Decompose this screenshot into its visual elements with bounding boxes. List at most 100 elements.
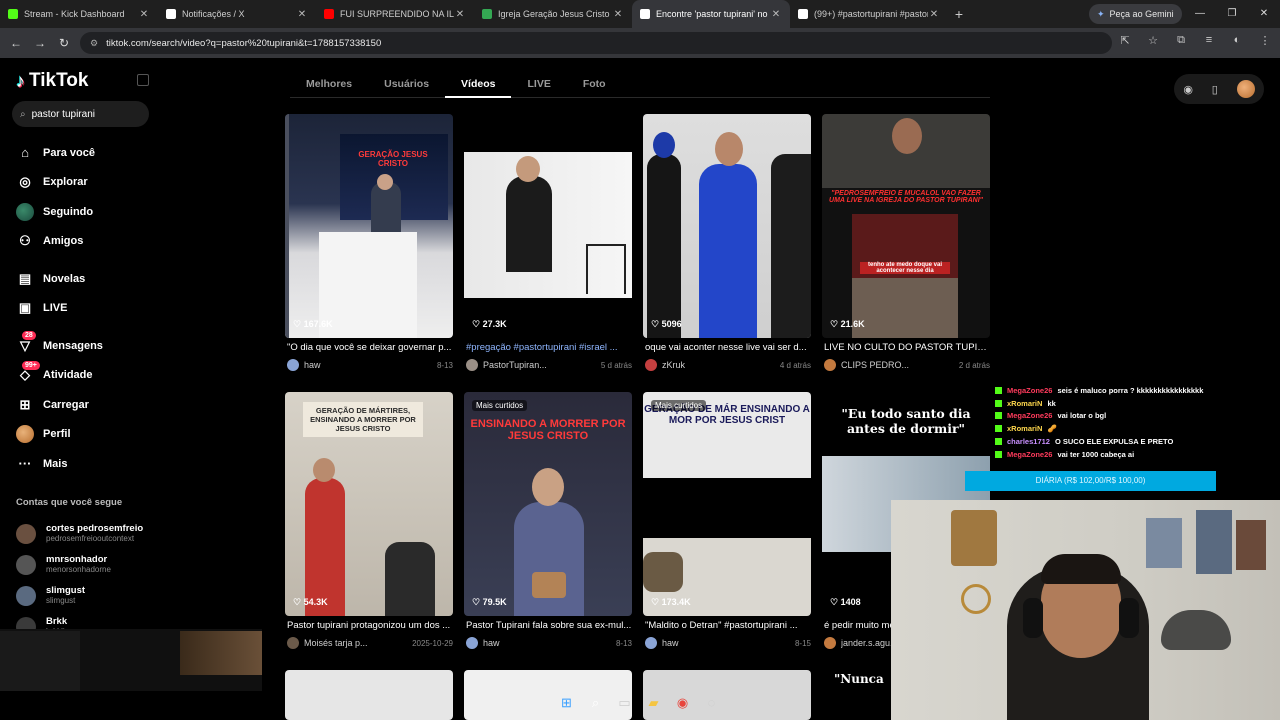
- menu-kebab-icon[interactable]: ⋮: [1256, 34, 1274, 47]
- search-tab-live[interactable]: LIVE: [511, 72, 566, 97]
- live-icon: ▣: [18, 300, 32, 316]
- sidebar-item-carregar[interactable]: ⊞ Carregar: [16, 390, 166, 420]
- video-caption[interactable]: LIVE NO CULTO DO PASTOR TUPIRA...: [824, 342, 990, 353]
- site-info-icon[interactable]: ⚙: [90, 38, 98, 49]
- video-date: 2025-10-29: [412, 638, 453, 648]
- author-name[interactable]: haw: [662, 638, 795, 648]
- video-thumbnail[interactable]: [643, 114, 811, 338]
- sidebar-item-seguindo[interactable]: Seguindo: [16, 197, 166, 227]
- video-thumbnail-partial[interactable]: [285, 670, 453, 720]
- windows-start-icon[interactable]: ⊞: [556, 692, 577, 713]
- author-avatar[interactable]: [645, 359, 657, 371]
- author-name[interactable]: zKruk: [662, 360, 780, 370]
- video-thumbnail[interactable]: "PEDROSEMFREIO E MUCALOL VAO FAZER UMA L…: [822, 114, 990, 338]
- following-account[interactable]: mnrsonhador menorsonhadorne: [16, 549, 166, 580]
- account-avatar: [16, 523, 36, 544]
- back-icon[interactable]: ←: [4, 36, 28, 50]
- most-liked-badge: Mais curtidos: [472, 400, 528, 411]
- device-icon[interactable]: ▯: [1212, 83, 1218, 96]
- author-avatar[interactable]: [466, 637, 478, 649]
- forward-icon[interactable]: →: [28, 36, 52, 50]
- install-icon[interactable]: ⇱: [1116, 34, 1134, 47]
- author-avatar[interactable]: [287, 637, 299, 649]
- author-avatar[interactable]: [287, 359, 299, 371]
- app-icon[interactable]: ◌: [701, 692, 722, 713]
- browser-tab[interactable]: Notificações / X ✕: [158, 0, 316, 28]
- video-caption[interactable]: Pastor Tupirani fala sobre sua ex-mul...: [466, 620, 632, 631]
- author-name[interactable]: haw: [304, 360, 437, 370]
- tab-close-icon[interactable]: ✕: [928, 9, 940, 20]
- file-explorer-icon[interactable]: ▰: [643, 692, 664, 713]
- author-name[interactable]: CLIPS PEDRO...: [841, 360, 959, 370]
- minimize-icon[interactable]: —: [1184, 0, 1216, 28]
- tab-close-icon[interactable]: ✕: [770, 9, 782, 20]
- author-avatar[interactable]: [466, 359, 478, 371]
- sidebar-item-para-você[interactable]: ⌂ Para você: [16, 138, 166, 168]
- video-caption[interactable]: #pregação #pastortupirani #israel ...: [466, 342, 632, 353]
- thumb-text: ENSINANDO A MORRER POR JESUS CRISTO: [470, 418, 626, 442]
- browser-tab[interactable]: Encontre 'pastor tupirani' no Ti ✕: [632, 0, 790, 28]
- browser-tab[interactable]: (99+) #pastortupirani #pastor # ✕: [790, 0, 948, 28]
- browser-tab[interactable]: Stream - Kick Dashboard ✕: [0, 0, 158, 28]
- video-thumbnail[interactable]: GERAÇÃO JESUS CRISTO: [285, 114, 453, 338]
- close-window-icon[interactable]: ✕: [1248, 0, 1280, 28]
- sidebar-item-mensagens[interactable]: ▽ 28 Mensagens: [16, 331, 166, 361]
- browser-tab[interactable]: Igreja Geração Jesus Cristo - Pa✕: [474, 0, 632, 28]
- author-name[interactable]: PastorTupiran...: [483, 360, 601, 370]
- gemini-button[interactable]: ✦ Peça ao Gemini: [1089, 4, 1182, 24]
- reading-list-icon[interactable]: ≡: [1200, 34, 1218, 47]
- kick-badge-icon: [995, 386, 1002, 394]
- video-caption[interactable]: "O dia que você se deixar governar p...: [287, 342, 453, 353]
- author-name[interactable]: Moisés tarja p...: [304, 638, 412, 648]
- following-account[interactable]: cortes pedrosemfreio pedrosemfreiooutcont…: [16, 518, 166, 549]
- sidebar-item-live[interactable]: ▣ LIVE: [16, 294, 166, 324]
- video-thumbnail[interactable]: GERAÇÃO DE MÁRTIRES, ENSINANDO A MORRER …: [285, 392, 453, 616]
- mini-stream-preview: [0, 629, 262, 691]
- video-thumbnail[interactable]: GERAÇÃO DE MÁR ENSINANDO A MOR POR JESUS…: [643, 392, 811, 616]
- user-avatar[interactable]: [1236, 80, 1255, 98]
- sidebar-item-perfil[interactable]: Perfil: [16, 420, 166, 450]
- author-name[interactable]: haw: [483, 638, 616, 648]
- search-tab-foto[interactable]: Foto: [567, 72, 622, 97]
- chat-message: xRomariN kk: [995, 397, 1215, 410]
- sidebar-item-atividade[interactable]: ◇ 99+ Atividade: [16, 360, 166, 391]
- maximize-icon[interactable]: ❐: [1216, 0, 1248, 28]
- sidebar-item-mais[interactable]: ··· Mais: [16, 449, 166, 479]
- thumb-text: GERAÇÃO DE MÁRTIRES, ENSINANDO A MORRER …: [303, 402, 423, 437]
- task-view-icon[interactable]: ▭: [614, 692, 635, 713]
- video-caption[interactable]: "Maldito o Detran" #pastortupirani ...: [645, 620, 811, 631]
- tab-close-icon[interactable]: ✕: [138, 9, 150, 20]
- video-thumbnail[interactable]: ENSINANDO A MORRER POR JESUS CRISTO Mais…: [464, 392, 632, 616]
- sidebar-item-novelas[interactable]: ▤ Novelas: [16, 264, 166, 294]
- profile-icon[interactable]: ◐: [1228, 34, 1246, 47]
- video-meta: Moisés tarja p... 2025-10-29: [287, 636, 453, 650]
- tiktok-logo[interactable]: ♪ TikTok: [16, 70, 88, 92]
- tab-close-icon[interactable]: ✕: [454, 9, 466, 20]
- video-caption[interactable]: oque vai aconter nesse live vai ser d...: [645, 342, 811, 353]
- following-account[interactable]: slimgust slimgust: [16, 580, 166, 611]
- search-tab-usuários[interactable]: Usuários: [368, 72, 445, 97]
- extensions-icon[interactable]: ⧉: [1172, 34, 1190, 47]
- video-thumbnail[interactable]: [464, 114, 632, 338]
- search-taskbar-icon[interactable]: ⌕: [585, 692, 606, 713]
- author-avatar[interactable]: [824, 359, 836, 371]
- address-bar[interactable]: ⚙ tiktok.com/search/video?q=pastor%20tup…: [80, 32, 1112, 54]
- reload-icon[interactable]: ↻: [52, 36, 76, 50]
- author-avatar[interactable]: [824, 637, 836, 649]
- sidebar-item-amigos[interactable]: ⚇ Amigos: [16, 227, 166, 257]
- search-tab-vídeos[interactable]: Vídeos: [445, 72, 512, 98]
- video-caption[interactable]: Pastor tupirani protagonizou um dos ...: [287, 620, 453, 631]
- chrome-icon[interactable]: ◉: [672, 692, 693, 713]
- collapse-sidebar-icon[interactable]: [137, 74, 149, 86]
- tab-title: Notificações / X: [182, 9, 245, 19]
- author-avatar[interactable]: [645, 637, 657, 649]
- sidebar-item-explorar[interactable]: ◎ Explorar: [16, 168, 166, 198]
- bookmark-star-icon[interactable]: ☆: [1144, 34, 1162, 47]
- new-tab-button[interactable]: +: [948, 6, 970, 22]
- tab-close-icon[interactable]: ✕: [296, 9, 308, 20]
- tab-close-icon[interactable]: ✕: [612, 9, 624, 20]
- search-tab-melhores[interactable]: Melhores: [290, 72, 368, 97]
- coins-icon[interactable]: ◉: [1183, 83, 1193, 96]
- search-input[interactable]: ⌕ pastor tupirani: [12, 101, 149, 127]
- browser-tab[interactable]: FUI SURPREENDIDO NA ILHA T✕: [316, 0, 474, 28]
